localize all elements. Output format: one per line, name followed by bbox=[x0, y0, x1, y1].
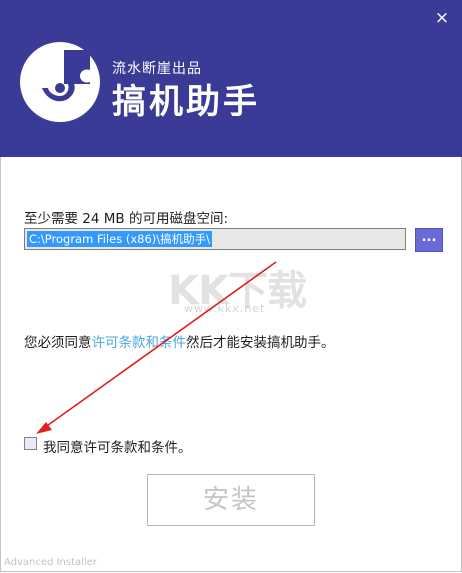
install-button[interactable]: 安装 bbox=[147, 474, 315, 526]
close-icon: × bbox=[434, 8, 450, 28]
watermark-url: www.kkx.net bbox=[184, 302, 266, 315]
installer-brand-footer: Advanced Installer bbox=[4, 557, 97, 568]
puzzle-logo-icon bbox=[20, 42, 100, 122]
license-notice: 您必须同意许可条款和条件然后才能安装搞机助手。 bbox=[24, 331, 335, 351]
license-suffix: 然后才能安装搞机助手。 bbox=[186, 335, 335, 351]
header-banner: × 流水断崖出品 搞机助手 bbox=[0, 0, 462, 157]
disk-space-label: 至少需要 24 MB 的可用磁盘空间: bbox=[24, 211, 229, 227]
browse-button[interactable]: ... bbox=[415, 228, 443, 252]
agree-checkbox[interactable] bbox=[24, 437, 37, 450]
agree-label[interactable]: 我同意许可条款和条件。 bbox=[43, 436, 192, 456]
license-terms-link[interactable]: 许可条款和条件 bbox=[92, 335, 187, 351]
install-path-input[interactable]: C:\Program Files (x86)\搞机助手\ bbox=[24, 228, 406, 250]
install-path-value: C:\Program Files (x86)\搞机助手\ bbox=[27, 231, 213, 247]
app-title: 搞机助手 bbox=[112, 82, 260, 122]
license-prefix: 您必须同意 bbox=[24, 335, 92, 351]
close-button[interactable]: × bbox=[432, 8, 452, 28]
